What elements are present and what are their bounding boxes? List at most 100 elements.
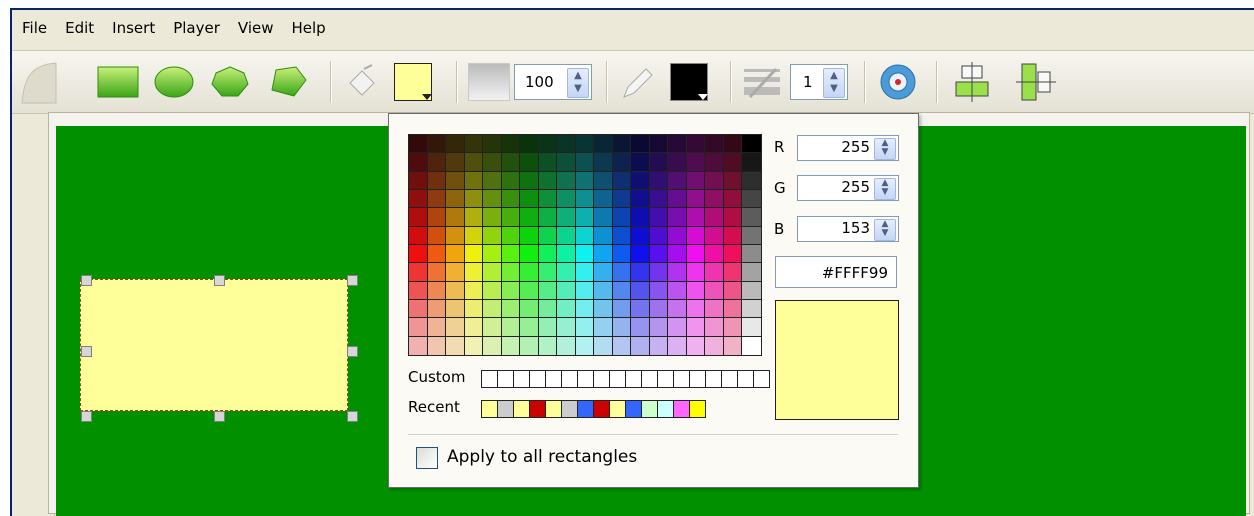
palette-swatch[interactable] [649, 190, 669, 209]
palette-swatch[interactable] [501, 226, 521, 245]
palette-swatch[interactable] [538, 245, 558, 264]
palette-swatch[interactable] [705, 171, 724, 190]
recent-color-swatch[interactable] [530, 401, 546, 417]
palette-swatch[interactable] [409, 226, 428, 245]
palette-swatch[interactable] [446, 281, 465, 300]
rectangle-shape-icon[interactable] [96, 64, 140, 100]
palette-swatch[interactable] [483, 135, 502, 154]
palette-swatch[interactable] [520, 208, 539, 227]
palette-swatch[interactable] [501, 135, 521, 154]
recent-color-swatch[interactable] [546, 401, 562, 417]
palette-swatch[interactable] [501, 190, 521, 209]
selected-rectangle[interactable] [80, 279, 348, 411]
palette-swatch[interactable] [464, 208, 484, 227]
palette-swatch[interactable] [446, 263, 465, 282]
palette-swatch[interactable] [464, 135, 484, 154]
rounded-shape-icon[interactable] [208, 64, 252, 100]
palette-swatch[interactable] [501, 318, 521, 337]
palette-swatch[interactable] [557, 171, 576, 190]
menu-edit[interactable]: Edit [56, 10, 103, 46]
palette-swatch[interactable] [612, 263, 632, 282]
palette-swatch[interactable] [446, 153, 465, 172]
palette-swatch[interactable] [649, 135, 669, 154]
palette-swatch[interactable] [594, 135, 613, 154]
palette-swatch[interactable] [409, 153, 428, 172]
palette-swatch[interactable] [705, 281, 724, 300]
palette-swatch[interactable] [446, 135, 465, 154]
palette-swatch[interactable] [594, 318, 613, 337]
palette-swatch[interactable] [668, 171, 687, 190]
palette-swatch[interactable] [557, 190, 576, 209]
palette-swatch[interactable] [520, 245, 539, 264]
palette-swatch[interactable] [686, 190, 706, 209]
palette-swatch[interactable] [668, 281, 687, 300]
palette-swatch[interactable] [705, 153, 724, 172]
palette-swatch[interactable] [409, 318, 428, 337]
palette-swatch[interactable] [668, 300, 687, 319]
palette-swatch[interactable] [427, 318, 447, 337]
palette-swatch[interactable] [705, 190, 724, 209]
palette-swatch[interactable] [520, 263, 539, 282]
palette-swatch[interactable] [686, 135, 706, 154]
custom-color-swatch[interactable] [738, 371, 754, 387]
resize-handle-top[interactable] [214, 275, 225, 286]
palette-swatch[interactable] [446, 208, 465, 227]
palette-swatch[interactable] [538, 208, 558, 227]
palette-swatch[interactable] [612, 208, 632, 227]
palette-swatch[interactable] [538, 135, 558, 154]
palette-swatch[interactable] [409, 263, 428, 282]
custom-color-swatch[interactable] [546, 371, 562, 387]
palette-swatch[interactable] [649, 153, 669, 172]
palette-swatch[interactable] [742, 226, 761, 245]
custom-color-swatch[interactable] [754, 371, 769, 387]
palette-swatch[interactable] [631, 318, 650, 337]
palette-swatch[interactable] [538, 281, 558, 300]
palette-swatch[interactable] [668, 318, 687, 337]
palette-swatch[interactable] [686, 318, 706, 337]
palette-swatch[interactable] [742, 300, 761, 319]
palette-swatch[interactable] [649, 226, 669, 245]
palette-swatch[interactable] [594, 336, 613, 355]
recent-color-swatch[interactable] [498, 401, 514, 417]
palette-swatch[interactable] [538, 190, 558, 209]
palette-swatch[interactable] [409, 171, 428, 190]
custom-color-swatch[interactable] [514, 371, 530, 387]
recent-colors-strip[interactable] [481, 400, 706, 418]
opacity-spinner[interactable]: 100 ▲ ▼ [514, 64, 592, 100]
palette-swatch[interactable] [483, 190, 502, 209]
palette-swatch[interactable] [464, 171, 484, 190]
palette-swatch[interactable] [501, 263, 521, 282]
palette-swatch[interactable] [723, 226, 743, 245]
recent-color-swatch[interactable] [562, 401, 578, 417]
palette-swatch[interactable] [668, 263, 687, 282]
palette-swatch[interactable] [705, 263, 724, 282]
palette-swatch[interactable] [723, 208, 743, 227]
palette-swatch[interactable] [446, 171, 465, 190]
palette-swatch[interactable] [575, 263, 595, 282]
palette-swatch[interactable] [668, 336, 687, 355]
ellipse-shape-icon[interactable] [152, 64, 196, 100]
palette-swatch[interactable] [483, 245, 502, 264]
resize-handle-left[interactable] [81, 346, 92, 357]
palette-swatch[interactable] [538, 171, 558, 190]
palette-swatch[interactable] [668, 190, 687, 209]
palette-swatch[interactable] [538, 226, 558, 245]
palette-swatch[interactable] [649, 171, 669, 190]
palette-swatch[interactable] [409, 190, 428, 209]
palette-swatch[interactable] [483, 171, 502, 190]
fill-color-button[interactable] [394, 63, 432, 101]
palette-swatch[interactable] [631, 281, 650, 300]
palette-swatch[interactable] [538, 336, 558, 355]
palette-swatch[interactable] [446, 226, 465, 245]
palette-swatch[interactable] [705, 336, 724, 355]
palette-swatch[interactable] [575, 245, 595, 264]
palette-swatch[interactable] [686, 336, 706, 355]
palette-swatch[interactable] [723, 281, 743, 300]
palette-swatch[interactable] [742, 153, 761, 172]
palette-swatch[interactable] [557, 318, 576, 337]
palette-swatch[interactable] [612, 226, 632, 245]
palette-swatch[interactable] [520, 318, 539, 337]
recent-color-swatch[interactable] [690, 401, 705, 417]
palette-swatch[interactable] [668, 135, 687, 154]
palette-swatch[interactable] [557, 226, 576, 245]
